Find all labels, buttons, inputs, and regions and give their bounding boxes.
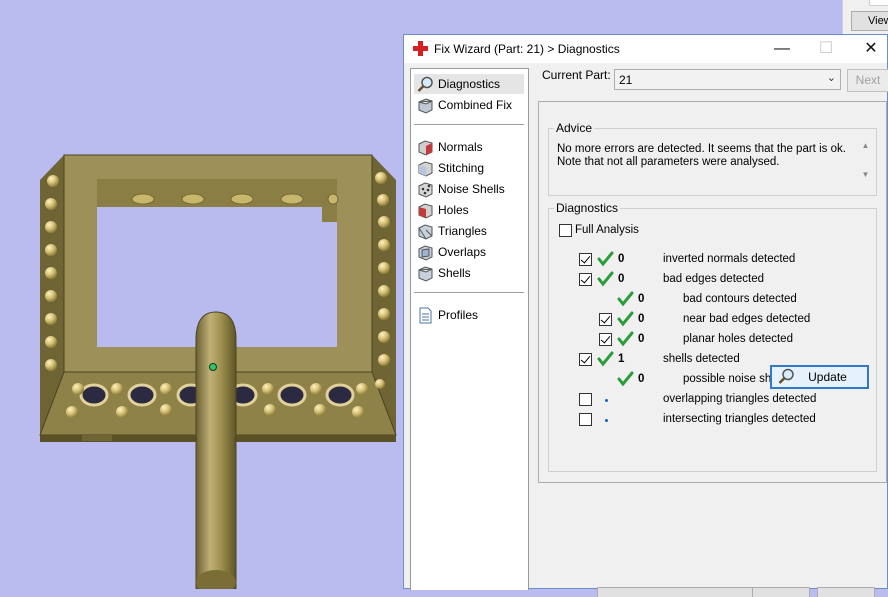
update-button-label: Update bbox=[808, 370, 847, 384]
document-icon bbox=[419, 307, 432, 324]
next-button: Next bbox=[847, 69, 888, 92]
intersecting-triangles-label: intersecting triangles detected bbox=[663, 413, 816, 425]
minimize-button[interactable]: — bbox=[759, 35, 805, 63]
diagnostics-title: Diagnostics bbox=[554, 201, 621, 215]
close-button[interactable]: ✕ bbox=[848, 35, 888, 63]
shells-cube-icon bbox=[418, 266, 433, 282]
fix-wizard-window: Fix Wizard (Part: 21) > Diagnostics — ☐ … bbox=[403, 34, 888, 597]
noise-shells-icon bbox=[418, 182, 433, 198]
green-check-icon bbox=[617, 311, 634, 327]
advice-group: Advice No more errors are detected. It s… bbox=[548, 121, 877, 196]
nav-label: Shells bbox=[438, 266, 471, 280]
advice-text: No more errors are detected. It seems th… bbox=[557, 143, 847, 169]
nav-item-combined-fix[interactable]: Combined Fix bbox=[414, 95, 524, 115]
pending-dot-icon bbox=[605, 419, 608, 422]
advice-title: Advice bbox=[554, 121, 595, 135]
green-check-icon bbox=[617, 291, 634, 307]
advice-scrollbar[interactable]: ▲ ▼ bbox=[858, 141, 873, 187]
near-bad-edges-label: near bad edges detected bbox=[683, 313, 811, 325]
bad-contours-label: bad contours detected bbox=[683, 293, 797, 305]
pivot-marker bbox=[209, 363, 217, 371]
nav-label: Triangles bbox=[438, 224, 487, 238]
nav-item-triangles[interactable]: Triangles bbox=[414, 221, 524, 241]
holes-cube-icon bbox=[418, 203, 433, 219]
triangles-cube-icon bbox=[418, 224, 433, 240]
green-check-icon bbox=[617, 331, 634, 347]
nav-label: Holes bbox=[438, 203, 469, 217]
window-title: Fix Wizard (Part: 21) > Diagnostics bbox=[434, 42, 620, 56]
part-model[interactable] bbox=[0, 0, 405, 589]
green-check-icon bbox=[597, 251, 614, 267]
nav-label: Combined Fix bbox=[438, 98, 513, 112]
diagnostics-panel: Advice No more errors are detected. It s… bbox=[538, 101, 887, 483]
nav-label: Noise Shells bbox=[438, 182, 505, 196]
noise-shells-count: 0 bbox=[638, 373, 645, 385]
update-button[interactable]: Update bbox=[770, 365, 869, 389]
inverted-normals-count: 0 bbox=[618, 253, 625, 265]
planar-holes-count: 0 bbox=[638, 333, 645, 345]
planar-holes-label: planar holes detected bbox=[683, 333, 793, 345]
nav-item-holes[interactable]: Holes bbox=[414, 200, 524, 220]
shells-label: shells detected bbox=[663, 353, 740, 365]
nav-label: Normals bbox=[438, 140, 483, 154]
scroll-down-icon[interactable]: ▼ bbox=[858, 170, 873, 179]
stitching-cube-icon bbox=[418, 161, 433, 177]
shells-count: 1 bbox=[618, 353, 625, 365]
overlapping-triangles-label: overlapping triangles detected bbox=[663, 393, 817, 405]
full-analysis-label: Full Analysis bbox=[575, 224, 639, 236]
nav-label: Overlaps bbox=[438, 245, 487, 259]
shells-checkbox[interactable] bbox=[579, 353, 592, 366]
nav-item-shells[interactable]: Shells bbox=[414, 263, 524, 283]
current-part-select[interactable]: 21 ⌄ bbox=[614, 69, 841, 90]
maximize-button: ☐ bbox=[818, 40, 834, 57]
nav-item-noise-shells[interactable]: Noise Shells bbox=[414, 179, 524, 199]
nav-item-diagnostics[interactable]: Diagnostics bbox=[414, 74, 524, 94]
wizard-nav: Diagnostics Combined Fix Normals Stitchi… bbox=[410, 68, 529, 590]
green-check-icon bbox=[597, 271, 614, 287]
bad-contours-count: 0 bbox=[638, 293, 645, 305]
green-check-icon bbox=[617, 371, 634, 387]
green-check-icon bbox=[597, 351, 614, 367]
chevron-down-icon: ⌄ bbox=[826, 72, 836, 84]
nav-item-stitching[interactable]: Stitching bbox=[414, 158, 524, 178]
magnifier-icon bbox=[778, 368, 794, 384]
near-bad-edges-count: 0 bbox=[638, 313, 645, 325]
nav-item-normals[interactable]: Normals bbox=[414, 137, 524, 157]
combined-fix-icon bbox=[418, 98, 433, 114]
view-button[interactable]: View bbox=[851, 11, 888, 31]
3d-viewport[interactable] bbox=[0, 0, 405, 589]
full-analysis-checkbox[interactable] bbox=[559, 224, 572, 237]
advice-line: Note that not all parameters were analys… bbox=[557, 156, 780, 168]
nav-item-profiles[interactable]: Profiles bbox=[414, 305, 524, 325]
magnifier-icon bbox=[417, 76, 433, 92]
title-bar[interactable]: Fix Wizard (Part: 21) > Diagnostics — ☐ … bbox=[404, 35, 887, 63]
overlapping-triangles-checkbox[interactable] bbox=[579, 393, 592, 406]
pending-dot-icon bbox=[605, 399, 608, 402]
planar-holes-checkbox[interactable] bbox=[599, 333, 612, 346]
inverted-normals-checkbox[interactable] bbox=[579, 253, 592, 266]
background-window: View bbox=[842, 0, 888, 34]
bad-edges-checkbox[interactable] bbox=[579, 273, 592, 286]
nav-item-overlaps[interactable]: Overlaps bbox=[414, 242, 524, 262]
inverted-normals-label: inverted normals detected bbox=[663, 253, 796, 265]
normals-cube-icon bbox=[418, 140, 433, 156]
red-cross-icon bbox=[413, 41, 428, 56]
scroll-up-icon[interactable]: ▲ bbox=[858, 141, 873, 150]
intersecting-triangles-checkbox[interactable] bbox=[579, 413, 592, 426]
bad-edges-count: 0 bbox=[618, 273, 625, 285]
nav-label: Profiles bbox=[438, 308, 479, 322]
diagnostics-group: Diagnostics Full Analysis 0 inverted nor… bbox=[548, 201, 877, 472]
nav-separator bbox=[414, 292, 524, 293]
bad-edges-label: bad edges detected bbox=[663, 273, 765, 285]
advice-line: No more errors are detected. It seems th… bbox=[557, 143, 846, 155]
background-tab bbox=[869, 0, 888, 6]
nav-separator bbox=[414, 124, 524, 125]
nav-label: Stitching bbox=[438, 161, 485, 175]
nav-label: Diagnostics bbox=[438, 77, 501, 91]
current-part-label: Current Part: bbox=[542, 68, 611, 82]
current-part-value: 21 bbox=[619, 73, 633, 87]
overlaps-cube-icon bbox=[418, 245, 433, 261]
near-bad-edges-checkbox[interactable] bbox=[599, 313, 612, 326]
